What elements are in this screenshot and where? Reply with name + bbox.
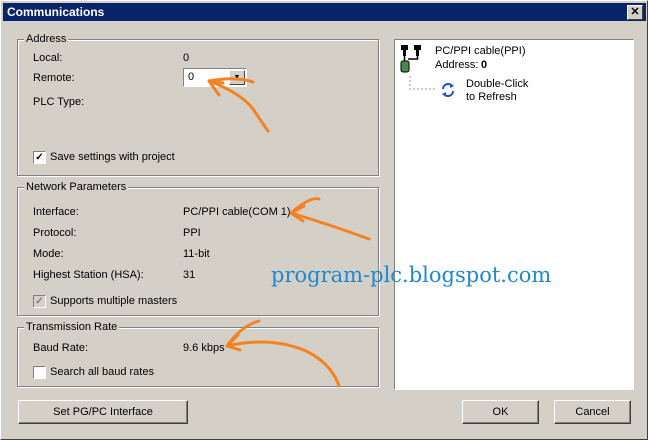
search-all-baud-label[interactable]: Search all baud rates [50, 366, 154, 378]
transmission-rate-group: Transmission Rate [17, 321, 379, 387]
multiple-masters-label: Supports multiple masters [50, 295, 178, 307]
network-parameters-label: Network Parameters [24, 181, 129, 193]
ok-button[interactable]: OK [462, 400, 539, 424]
communications-dialog: Communications ✕ Address Local: 0 Remote… [0, 0, 648, 440]
refresh-line1[interactable]: Double-Click [466, 78, 528, 90]
set-pg-pc-interface-button[interactable]: Set PG/PC Interface [18, 400, 188, 424]
communications-tree[interactable]: PC/PPI cable(PPI) Address: 0 Double-Clic… [394, 39, 634, 390]
multiple-masters-checkbox: ✓ [33, 295, 46, 308]
baud-rate-label: Baud Rate: [33, 342, 89, 354]
interface-label: Interface: [33, 206, 79, 218]
remote-label: Remote: [33, 72, 75, 84]
transmission-rate-label: Transmission Rate [24, 321, 120, 333]
baud-rate-value: 9.6 kbps [183, 342, 225, 354]
window-title: Communications [7, 5, 105, 19]
checkmark-icon: ✓ [35, 152, 44, 163]
search-all-baud-checkbox[interactable] [33, 366, 46, 379]
refresh-line2[interactable]: to Refresh [466, 91, 517, 103]
hsa-value: 31 [183, 269, 196, 281]
checkmark-icon: ✓ [35, 296, 44, 307]
remote-address-value: 0 [188, 71, 195, 83]
close-button[interactable]: ✕ [627, 5, 643, 20]
watermark-text: program-plc.blogspot.com [271, 263, 552, 287]
cancel-button[interactable]: Cancel [554, 400, 631, 424]
plc-type-label: PLC Type: [33, 96, 85, 108]
tree-connector [409, 76, 435, 90]
close-icon: ✕ [630, 6, 640, 18]
address-group-label: Address [24, 33, 69, 45]
local-value: 0 [183, 52, 190, 64]
save-settings-label[interactable]: Save settings with project [50, 151, 175, 163]
dropdown-arrow-icon[interactable]: ▼ [229, 70, 245, 85]
cable-address-value: 0 [481, 59, 488, 71]
protocol-label: Protocol: [33, 227, 77, 239]
hsa-label: Highest Station (HSA): [33, 269, 144, 281]
interface-value: PC/PPI cable(COM 1) [183, 206, 291, 218]
refresh-icon[interactable] [439, 81, 457, 99]
save-settings-checkbox[interactable]: ✓ [33, 151, 46, 164]
mode-value: 11-bit [183, 248, 210, 260]
mode-label: Mode: [33, 248, 64, 260]
local-label: Local: [33, 52, 63, 64]
cable-icon [400, 45, 421, 73]
cable-title[interactable]: PC/PPI cable(PPI) [435, 45, 525, 57]
title-bar[interactable]: Communications ✕ [3, 3, 646, 21]
protocol-value: PPI [183, 227, 201, 239]
cable-address-label: Address: [435, 59, 479, 71]
remote-address-dropdown[interactable]: 0 ▼ [183, 68, 247, 87]
